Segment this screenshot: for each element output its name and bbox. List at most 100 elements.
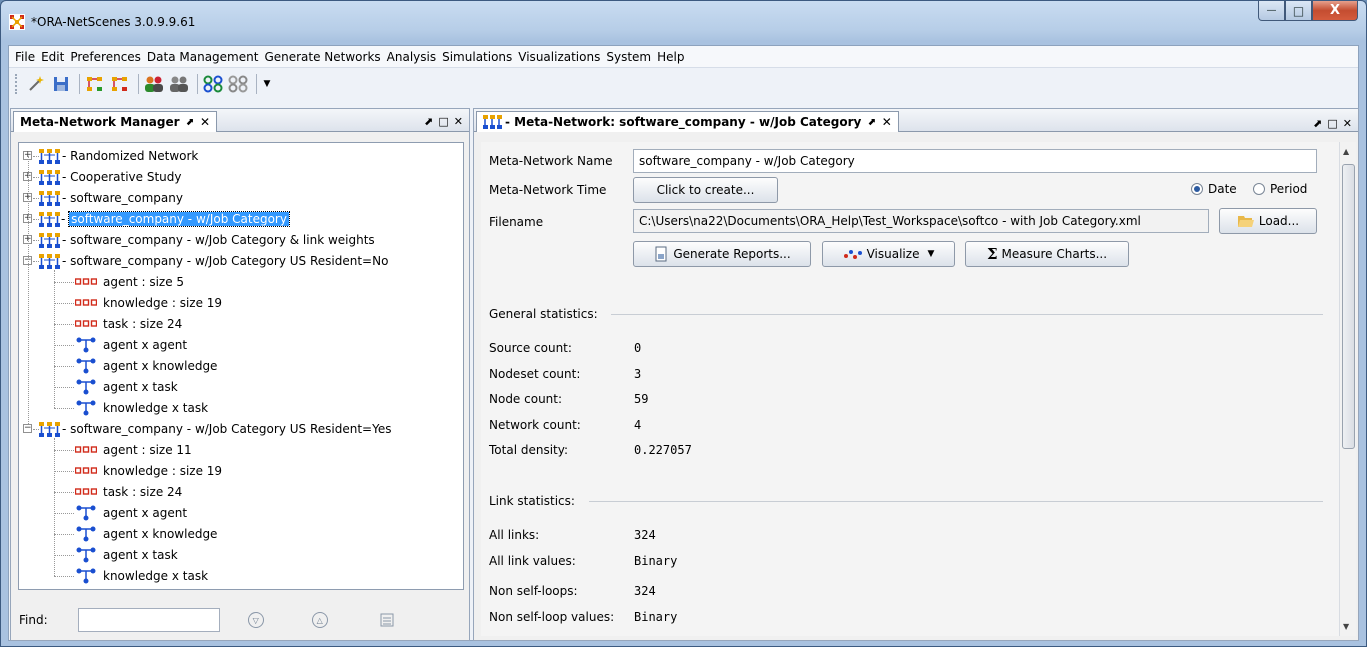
- close-button[interactable]: X: [1312, 1, 1358, 21]
- nodes-color-button[interactable]: [202, 73, 224, 95]
- maximize-panel-icon[interactable]: □: [438, 115, 448, 128]
- tree-item-network[interactable]: agent x agent: [75, 335, 187, 355]
- scroll-down-icon[interactable]: ▼: [1343, 622, 1349, 631]
- nodeset-icon: [75, 299, 97, 307]
- menu-help[interactable]: Help: [654, 50, 687, 64]
- generate-reports-button[interactable]: Generate Reports...: [633, 241, 811, 267]
- tree-item-nodeset[interactable]: agent : size 11: [75, 440, 192, 460]
- maximize-icon: □: [1292, 3, 1305, 18]
- save-button[interactable]: [50, 73, 72, 95]
- stat-value: 0: [634, 341, 642, 355]
- tree-item-network[interactable]: agent x agent: [75, 503, 187, 523]
- network-red-button[interactable]: [109, 73, 131, 95]
- network-green-button[interactable]: [84, 73, 106, 95]
- tree-item-nodeset[interactable]: task : size 24: [75, 482, 182, 502]
- collapse-icon[interactable]: −: [23, 424, 32, 433]
- menu-analysis[interactable]: Analysis: [384, 50, 439, 64]
- tree-item-network[interactable]: agent x knowledge: [75, 356, 217, 376]
- agents-gray-button[interactable]: [168, 73, 190, 95]
- nodes-gray-button[interactable]: [227, 73, 249, 95]
- panel-controls: ⬈ □ ✕: [424, 115, 463, 128]
- pin-icon[interactable]: ⬈: [186, 117, 194, 128]
- float-icon[interactable]: ⬈: [424, 115, 433, 128]
- visualize-button[interactable]: Visualize ▼: [822, 241, 955, 267]
- menu-data-management[interactable]: Data Management: [144, 50, 262, 64]
- tree-connector: [54, 408, 74, 409]
- minimize-button[interactable]: —: [1258, 1, 1285, 21]
- tree-item-meta-network[interactable]: - software_company - w/Job Category US R…: [39, 419, 391, 439]
- maximize-panel-icon[interactable]: □: [1327, 117, 1337, 130]
- date-radio[interactable]: Date: [1191, 182, 1237, 196]
- toolbar-overflow-button[interactable]: ▼: [261, 73, 273, 95]
- toolbar-grip[interactable]: [15, 74, 19, 94]
- menu-simulations[interactable]: Simulations: [439, 50, 515, 64]
- tree-connector: [54, 303, 74, 304]
- title-bar[interactable]: *ORA-NetScenes 3.0.9.9.61 — □ X: [1, 1, 1366, 45]
- measure-charts-button[interactable]: Σ Measure Charts...: [965, 241, 1129, 267]
- tree-item-meta-network[interactable]: - software_company - w/Job Category US R…: [39, 251, 388, 271]
- tree-item-label: agent x task: [103, 548, 178, 562]
- menu-edit[interactable]: Edit: [38, 50, 67, 64]
- magic-wand-icon: [29, 76, 44, 91]
- client-area: File Edit Preferences Data Management Genera…: [8, 45, 1359, 641]
- tree-item-network[interactable]: knowledge x task: [75, 398, 208, 418]
- people-gray-icon: [170, 76, 188, 92]
- tree-item-nodeset[interactable]: knowledge : size 19: [75, 461, 222, 481]
- close-panel-icon[interactable]: ✕: [454, 115, 463, 128]
- meta-network-name-input[interactable]: software_company - w/Job Category: [633, 149, 1317, 173]
- menu-preferences[interactable]: Preferences: [67, 50, 144, 64]
- click-to-create-button[interactable]: Click to create...: [633, 177, 778, 203]
- float-icon[interactable]: ⬈: [1313, 117, 1322, 130]
- tab-meta-network-manager[interactable]: Meta-Network Manager ⬈ ✕: [13, 111, 217, 132]
- tree-item-nodeset[interactable]: knowledge : size 19: [75, 293, 222, 313]
- find-prev-button[interactable]: △: [311, 612, 328, 628]
- dropdown-arrow-icon: ▼: [927, 249, 935, 259]
- scroll-thumb[interactable]: [1342, 164, 1355, 449]
- scroll-up-icon[interactable]: ▲: [1343, 147, 1349, 156]
- stat-label: All links:: [489, 528, 540, 542]
- left-tabbar: Meta-Network Manager ⬈ ✕ ⬈ □ ✕: [11, 109, 469, 132]
- load-button[interactable]: Load...: [1219, 208, 1317, 234]
- window-controls: — □ X: [1258, 1, 1358, 21]
- tab-close-icon[interactable]: ✕: [200, 115, 210, 129]
- tree-item-network[interactable]: knowledge x task: [75, 566, 208, 586]
- tree-item-network[interactable]: agent x task: [75, 377, 178, 397]
- right-tabbar: - Meta-Network: software_company - w/Job…: [474, 109, 1358, 132]
- tree-connector: [54, 576, 74, 577]
- menu-visualizations[interactable]: Visualizations: [515, 50, 603, 64]
- tree-item-meta-network[interactable]: - Cooperative Study: [39, 167, 181, 187]
- tree-item-meta-network[interactable]: - Randomized Network: [39, 146, 198, 166]
- tab-close-icon[interactable]: ✕: [882, 115, 892, 129]
- vertical-scrollbar[interactable]: ▲ ▼: [1339, 142, 1356, 636]
- tab-meta-network[interactable]: - Meta-Network: software_company - w/Job…: [476, 111, 899, 132]
- find-input[interactable]: [77, 608, 220, 632]
- tree-connector: [54, 387, 74, 388]
- menu-system[interactable]: System: [603, 50, 654, 64]
- meta-network-icon: [39, 232, 61, 248]
- period-radio[interactable]: Period: [1253, 182, 1307, 196]
- wizard-button[interactable]: [25, 73, 47, 95]
- tree-item-network[interactable]: agent x knowledge: [75, 524, 217, 544]
- tree-item-network[interactable]: agent x task: [75, 545, 178, 565]
- network-icon: [75, 379, 97, 395]
- find-bar: Find: ▽ △: [11, 599, 469, 641]
- tree-connector: [54, 366, 74, 367]
- tree-item-nodeset[interactable]: agent : size 5: [75, 272, 184, 292]
- menu-generate-networks[interactable]: Generate Networks: [261, 50, 383, 64]
- meta-network-tree[interactable]: + - Randomized Network + - Cooperative Stud…: [18, 142, 464, 590]
- network-icon: [75, 547, 97, 563]
- tree-item-nodeset[interactable]: task : size 24: [75, 314, 182, 334]
- maximize-button[interactable]: □: [1285, 1, 1312, 21]
- tree-item-meta-network[interactable]: - software_company - w/Job Category & li…: [39, 230, 375, 250]
- agents-color-button[interactable]: [143, 73, 165, 95]
- tree-connector: [54, 324, 74, 325]
- menu-file[interactable]: File: [12, 50, 38, 64]
- find-options-button[interactable]: [376, 609, 398, 631]
- filename-field[interactable]: C:\Users\na22\Documents\ORA_Help\Test_Wo…: [633, 209, 1209, 233]
- tree-item-meta-network[interactable]: - software_company - w/Job Category: [39, 209, 290, 229]
- pin-icon[interactable]: ⬈: [867, 117, 875, 128]
- minimize-icon: —: [1266, 5, 1277, 16]
- find-next-button[interactable]: ▽: [247, 612, 264, 628]
- close-panel-icon[interactable]: ✕: [1343, 117, 1352, 130]
- tree-item-meta-network[interactable]: - software_company: [39, 188, 183, 208]
